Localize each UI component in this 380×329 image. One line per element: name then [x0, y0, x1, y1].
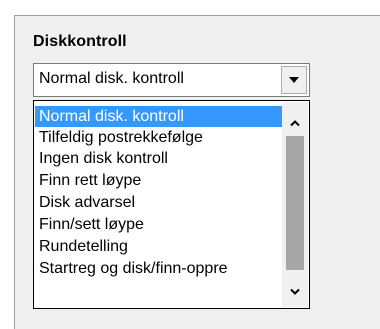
chevron-down-icon: [289, 77, 299, 83]
chevron-down-icon: [290, 288, 300, 295]
list-item[interactable]: Finn/sett løype: [35, 214, 283, 235]
combo-dropdown-button[interactable]: [281, 66, 307, 94]
group-title: Diskkontroll: [33, 33, 127, 50]
chevron-up-icon: [290, 120, 300, 127]
scroll-down-button[interactable]: [282, 281, 308, 303]
list-item[interactable]: Tilfeldig postrekkefølge: [35, 127, 283, 148]
disk-control-dropdown-list[interactable]: Normal disk. kontroll Tilfeldig postrekk…: [33, 100, 310, 309]
vertical-scrollbar[interactable]: [282, 102, 308, 307]
combo-selected-value: Normal disk. kontroll: [39, 70, 184, 87]
list-item[interactable]: Startreg og disk/finn-oppre: [35, 258, 283, 279]
list-item[interactable]: Disk advarsel: [35, 192, 283, 213]
list-item[interactable]: Finn rett løype: [35, 170, 283, 191]
scroll-thumb[interactable]: [286, 136, 304, 270]
list-item[interactable]: Normal disk. kontroll: [35, 106, 283, 127]
list-item[interactable]: Ingen disk kontroll: [35, 148, 283, 169]
list-item[interactable]: Rundetelling: [35, 236, 283, 257]
disk-control-combobox[interactable]: Normal disk. kontroll: [33, 63, 310, 97]
scroll-up-button[interactable]: [282, 112, 308, 134]
